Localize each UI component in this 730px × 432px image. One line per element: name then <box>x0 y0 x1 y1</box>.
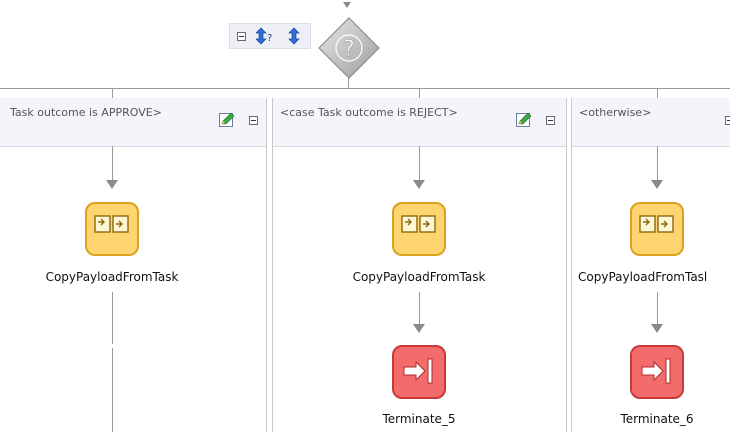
edit-condition-icon[interactable] <box>516 112 533 128</box>
switch-connector <box>348 78 349 88</box>
collapse-icon[interactable] <box>237 32 246 41</box>
svg-text:?: ? <box>267 33 272 44</box>
terminate-icon[interactable] <box>392 345 446 399</box>
branch-drop-1 <box>112 88 113 98</box>
assign-icon[interactable] <box>392 202 446 256</box>
assign-icon[interactable] <box>630 202 684 256</box>
flow-arrow <box>106 180 118 189</box>
case-header: <otherwise> <box>572 98 730 147</box>
case-header: Task outcome is APPROVE> <box>0 98 266 147</box>
flow-line <box>419 146 420 180</box>
activity-label: CopyPayloadFromTask <box>45 270 179 284</box>
flow-arrow <box>413 180 425 189</box>
collapse-case-icon[interactable] <box>725 116 730 125</box>
flow-line <box>419 292 420 324</box>
flow-arrow <box>651 180 663 189</box>
flow-arrow <box>651 324 663 333</box>
flow-line <box>657 146 658 180</box>
collapse-case-icon[interactable] <box>249 116 258 125</box>
branch-split-line <box>0 88 730 89</box>
edit-condition-icon[interactable] <box>219 112 236 128</box>
activity-label: CopyPayloadFromTasl <box>578 270 708 284</box>
terminate-icon[interactable] <box>630 345 684 399</box>
case-condition-label[interactable]: <otherwise> <box>579 106 651 119</box>
activity-label: CopyPayloadFromTask <box>352 270 486 284</box>
collapse-case-icon[interactable] <box>546 116 555 125</box>
terminate-label: Terminate_5 <box>382 412 456 426</box>
case-branch-approve: Task outcome is APPROVE> <box>0 98 267 432</box>
branch-drop-3 <box>657 88 658 98</box>
case-condition-label[interactable]: Task outcome is APPROVE> <box>10 106 162 119</box>
flow-arrow <box>413 324 425 333</box>
sort-cases-icon[interactable] <box>288 27 300 45</box>
case-header: <case Task outcome is REJECT> <box>273 98 566 147</box>
question-diamond-icon[interactable]: ? <box>317 16 381 80</box>
svg-text:?: ? <box>343 37 355 62</box>
incoming-arrow <box>343 2 351 8</box>
flow-line <box>112 146 113 180</box>
switch-toolbar: ? <box>229 23 311 49</box>
flow-line <box>657 292 658 324</box>
flow-line <box>112 348 113 432</box>
branch-drop-2 <box>419 88 420 98</box>
expand-switch-icon[interactable]: ? <box>256 27 276 45</box>
case-condition-label[interactable]: <case Task outcome is REJECT> <box>280 106 458 119</box>
assign-icon[interactable] <box>85 202 139 256</box>
flow-line <box>112 292 113 344</box>
terminate-label: Terminate_6 <box>620 412 694 426</box>
